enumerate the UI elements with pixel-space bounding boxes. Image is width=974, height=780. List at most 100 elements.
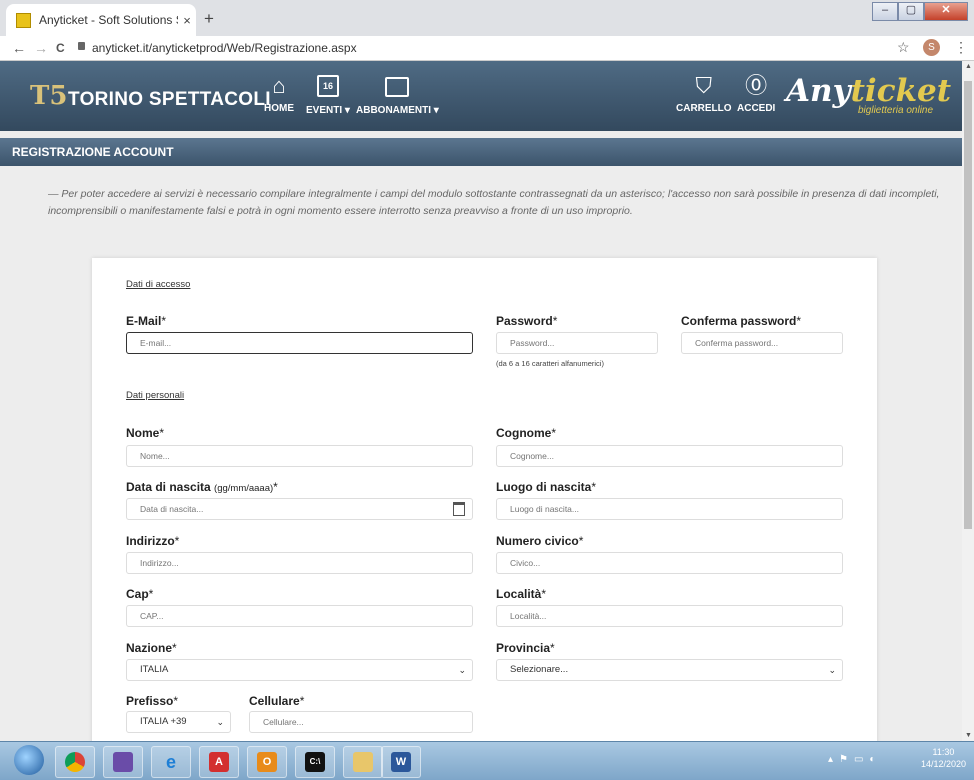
folder-icon [353,752,373,772]
page-title: REGISTRAZIONE ACCOUNT [0,138,962,166]
nav-home[interactable]: ⌂ HOME [264,73,294,115]
nav-carrello-label: CARRELLO [676,103,732,114]
profile-avatar[interactable]: S [923,39,940,56]
close-window-button[interactable]: ✕ [924,2,968,21]
start-button[interactable] [14,745,44,775]
brand-part-2: ticket [850,73,952,109]
confirm-password-field[interactable] [681,332,843,354]
localita-field[interactable] [496,605,843,627]
nazione-label: Nazione* [126,641,177,655]
taskbar-chrome[interactable] [55,746,95,778]
taskbar-internet-explorer[interactable]: e [151,746,191,778]
cognome-label: Cognome* [496,426,557,440]
word-icon: W [391,752,411,772]
nav-eventi-label: EVENTI ▾ [306,105,350,116]
nav-eventi[interactable]: 16 EVENTI ▾ [306,75,350,116]
taskbar-hotspot[interactable] [103,746,143,778]
hotspot-icon [113,752,133,772]
registration-form: Dati di accesso E-Mail* Password* (da 6 … [92,258,877,750]
nav-accedi-label: ACCEDI [737,103,776,114]
internet-explorer-icon: e [165,752,176,772]
prefisso-select[interactable]: ITALIA +39 ⌄ [126,711,231,733]
page-scrollbar[interactable]: ▲ ▼ [962,61,974,741]
birthplace-label: Luogo di nascita* [496,480,597,494]
taskbar-word[interactable]: W [381,746,421,778]
tab-title: Anyticket - Soft Solutions S.r.l. [39,13,178,27]
url-field[interactable]: anyticket.it/anyticketprod/Web/Registraz… [92,41,357,55]
chevron-down-icon: ⌄ [216,717,224,727]
lock-icon [78,42,85,50]
site-logo-text[interactable]: TORINO SPETTACOLI [68,89,271,111]
provincia-label: Provincia* [496,641,555,655]
prefisso-value: ITALIA +39 [140,716,187,727]
birthplace-field[interactable] [496,498,843,520]
confirm-password-label: Conferma password* [681,314,802,328]
prefisso-label: Prefisso* [126,694,179,708]
scrollbar-thumb[interactable] [964,81,972,529]
taskbar-acrobat[interactable]: A [199,746,239,778]
home-icon: ⌂ [272,73,286,98]
nav-accedi[interactable]: ⓪ ACCEDI [737,73,776,115]
provincia-value: Selezionare... [510,664,569,675]
browser-tab[interactable]: Anyticket - Soft Solutions S.r.l. × [6,4,196,36]
site-header: T5 TORINO SPETTACOLI ⌂ HOME 16 EVENTI ▾ … [0,61,962,131]
reload-button[interactable]: C [56,41,65,55]
nazione-select[interactable]: ITALIA ⌄ [126,659,473,681]
browser-menu-icon[interactable]: ⋮ [954,39,968,56]
user-icon: ⓪ [745,73,768,98]
acrobat-icon: A [209,752,229,772]
system-clock[interactable]: 11:30 14/12/2020 [921,746,966,770]
password-label: Password* [496,314,558,328]
cellulare-field[interactable] [249,711,473,733]
taskbar-outlook[interactable]: O [247,746,287,778]
cognome-field[interactable] [496,445,843,467]
birthdate-label: Data di nascita (gg/mm/aaaa)* [126,480,278,494]
birthdate-field[interactable] [126,498,473,520]
chevron-down-icon: ⌄ [828,665,836,675]
window-controls: – ▢ ✕ [872,2,968,21]
scroll-up-icon[interactable]: ▲ [965,63,972,70]
chrome-icon [65,752,85,772]
address-bar: ← → C anyticket.it/anyticketprod/Web/Reg… [0,36,974,61]
new-tab-button[interactable]: + [204,9,214,29]
browser-tab-bar: Anyticket - Soft Solutions S.r.l. × + – … [0,0,974,36]
nav-home-label: HOME [264,103,294,114]
nav-carrello[interactable]: ⛉ CARRELLO [676,73,732,115]
forward-button[interactable]: → [34,40,48,56]
nav-abbonamenti[interactable]: ABBONAMENTI ▾ [356,75,439,116]
provincia-select[interactable]: Selezionare... ⌄ [496,659,843,681]
civic-number-label: Numero civico* [496,534,584,548]
back-button[interactable]: ← [12,40,26,56]
cap-label: Cap* [126,587,154,601]
nav-abbonamenti-label: ABBONAMENTI ▾ [356,105,439,116]
torino-spettacoli-logo-icon[interactable]: T5 [30,81,67,111]
email-label: E-Mail* [126,314,167,328]
windows-taskbar: e A O C:\ W ▴⚑▭◐ 11:30 14/12/2020 [0,741,974,780]
section-personal-title: Dati personali [126,390,185,401]
address-field[interactable] [126,552,473,574]
maximize-button[interactable]: ▢ [898,2,924,21]
scroll-down-icon[interactable]: ▼ [965,732,972,739]
system-tray-icons[interactable]: ▴⚑▭◐ [828,754,881,765]
cap-field[interactable] [126,605,473,627]
calendar-icon: 16 [316,75,339,97]
brand-part-1: Any [786,73,851,109]
taskbar-file-explorer[interactable] [343,746,383,778]
email-field[interactable] [126,332,473,354]
anyticket-logo[interactable]: Anyticket [786,73,951,109]
section-access-title: Dati di accesso [126,279,191,290]
password-field[interactable] [496,332,658,354]
bookmark-star-icon[interactable]: ☆ [897,39,910,56]
nome-field[interactable] [126,445,473,467]
taskbar-cmd[interactable]: C:\ [295,746,335,778]
tab-close-icon[interactable]: × [178,13,196,28]
card-icon [385,77,410,97]
password-hint: (da 6 a 16 caratteri alfanumerici) [496,359,604,368]
terminal-icon: C:\ [305,752,325,772]
civic-number-field[interactable] [496,552,843,574]
localita-label: Località* [496,587,547,601]
cart-icon: ⛉ [695,73,713,98]
minimize-button[interactable]: – [872,2,898,21]
calendar-picker-icon[interactable] [453,502,465,516]
clock-date: 14/12/2020 [920,759,966,769]
